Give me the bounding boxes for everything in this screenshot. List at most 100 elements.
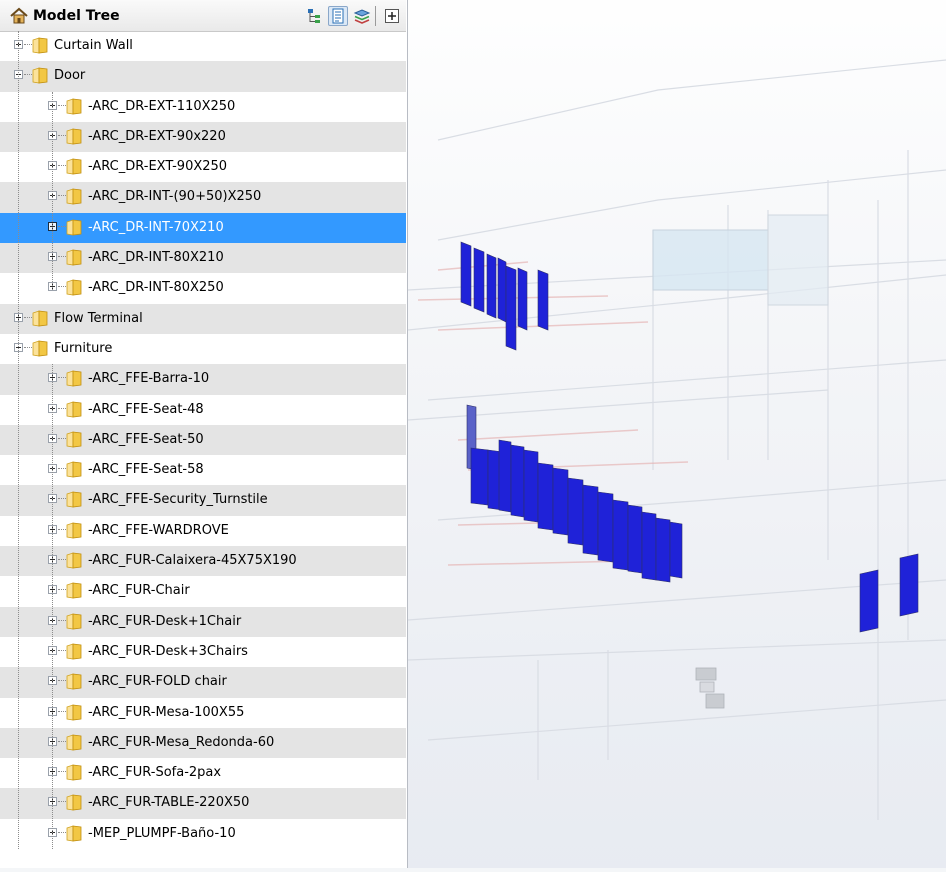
folder-icon (32, 340, 48, 357)
tree-item-label: -ARC_FUR-Mesa-100X55 (88, 704, 245, 720)
tree-item-row[interactable]: -ARC_FFE-Seat-58 (0, 455, 406, 485)
tree-item-label: -ARC_DR-EXT-90x220 (88, 128, 226, 144)
folder-icon (66, 219, 82, 236)
house-icon (10, 7, 28, 24)
3d-viewport[interactable] (407, 0, 946, 868)
tree-guide-line (18, 31, 19, 850)
tree-item-label: -ARC_FUR-FOLD chair (88, 674, 227, 690)
folder-icon (66, 98, 82, 115)
tree-item-row[interactable]: -ARC_DR-INT-80X250 (0, 273, 406, 303)
folder-icon (66, 764, 82, 781)
folder-icon (66, 370, 82, 387)
tree-item-label: -ARC_FFE-Seat-48 (88, 401, 204, 417)
tree-guide-line (52, 91, 53, 290)
3d-model-view[interactable] (407, 0, 946, 868)
tree-item-row[interactable]: -ARC_FUR-Desk+3Chairs (0, 637, 406, 667)
tree-item-label: -ARC_DR-INT-80X210 (88, 250, 224, 266)
tree-item-row[interactable]: -ARC_FUR-TABLE-220X50 (0, 788, 406, 819)
tree-item-label: -ARC_FUR-Mesa_Redonda-60 (88, 734, 275, 750)
tree-category-row[interactable]: Curtain Wall (0, 31, 406, 61)
tree-item-row[interactable]: -ARC_DR-EXT-90x220 (0, 121, 406, 153)
folder-icon (66, 128, 82, 145)
tree-list: Curtain Wall Door -ARC_DR-EXT-110X250 -ARC_… (0, 31, 406, 850)
model-tree-panel: Model Tree Curtain Wall Door -ARC_DR-EXT… (0, 0, 408, 868)
folder-icon (66, 794, 82, 811)
panel-header: Model Tree (0, 0, 406, 32)
panel-title: Model Tree (33, 8, 120, 24)
folder-icon (66, 279, 82, 296)
tree-item-row[interactable]: -ARC_FUR-Mesa-100X55 (0, 698, 406, 728)
tree-item-label: -ARC_DR-INT-80X250 (88, 280, 224, 296)
folder-icon (66, 431, 82, 448)
tree-item-row[interactable]: -ARC_FUR-Calaixera-45X75X190 (0, 546, 406, 577)
tree-item-label: -ARC_FUR-TABLE-220X50 (88, 795, 250, 811)
folder-icon (66, 249, 82, 266)
tree-item-label: -ARC_FUR-Desk+1Chair (88, 613, 242, 629)
tree-item-label: -ARC_FUR-Desk+3Chairs (88, 643, 248, 659)
tree-category-row[interactable]: Door (0, 61, 406, 92)
folder-icon (66, 673, 82, 690)
tree-item-label: -ARC_DR-EXT-90X250 (88, 159, 228, 175)
folder-icon (32, 310, 48, 327)
expand-all-button[interactable] (382, 6, 402, 26)
folder-icon (66, 613, 82, 630)
folder-icon (66, 188, 82, 205)
hierarchy-view-button[interactable] (305, 6, 325, 26)
tree-item-label: Door (54, 68, 86, 84)
tree-item-label: -ARC_FFE-Security_Turnstile (88, 492, 268, 508)
tree-item-label: -ARC_FFE-Seat-50 (88, 431, 204, 447)
folder-icon (66, 491, 82, 508)
tree-item-row[interactable]: -ARC_DR-INT-70X210 (0, 212, 406, 244)
tree-item-label: -ARC_DR-INT-70X210 (88, 219, 224, 235)
tree-item-label: -ARC_DR-EXT-110X250 (88, 98, 236, 114)
folder-icon (66, 643, 82, 660)
tree-item-label: -ARC_FUR-Chair (88, 583, 190, 599)
tree-item-row[interactable]: -ARC_FUR-Desk+1Chair (0, 606, 406, 637)
tree-item-row[interactable]: -ARC_FFE-Barra-10 (0, 364, 406, 395)
folder-icon (32, 67, 48, 84)
tree-item-label: -ARC_FUR-Calaixera-45X75X190 (88, 553, 297, 569)
tree-item-row[interactable]: -ARC_FUR-FOLD chair (0, 667, 406, 698)
tree-category-row[interactable]: Flow Terminal (0, 303, 406, 334)
tree-item-row[interactable]: -ARC_FUR-Sofa-2pax (0, 758, 406, 788)
tree-item-label: -ARC_FFE-Seat-58 (88, 462, 204, 478)
tree-item-row[interactable]: -ARC_FUR-Mesa_Redonda-60 (0, 727, 406, 759)
tree-item-row[interactable]: -ARC_FUR-Chair (0, 576, 406, 606)
folder-icon (66, 703, 82, 721)
folder-icon (66, 825, 82, 842)
tree-guide-line (52, 364, 53, 850)
tree-item-row[interactable]: -ARC_FFE-Seat-48 (0, 395, 406, 425)
tree-connector (58, 225, 66, 227)
layers-view-icon (353, 9, 371, 24)
tree-item-label: -ARC_DR-INT-(90+50)X250 (88, 189, 262, 205)
glass-panel (767, 214, 829, 306)
tree-item-label: Curtain Wall (54, 38, 133, 53)
tree-item-label: Furniture (54, 340, 113, 356)
list-view-button[interactable] (328, 6, 348, 26)
tree-item-row[interactable]: -ARC_DR-INT-80X210 (0, 243, 406, 274)
ghost-building (407, 0, 946, 868)
tree-item-row[interactable]: -ARC_DR-EXT-90X250 (0, 152, 406, 182)
tree-item-label: Flow Terminal (54, 310, 143, 326)
list-view-icon (332, 8, 344, 24)
tree-item-row[interactable]: -ARC_FFE-Security_Turnstile (0, 485, 406, 516)
tree-item-row[interactable]: -ARC_DR-EXT-110X250 (0, 92, 406, 122)
tree-item-row[interactable]: -MEP_PLUMPF-Baño-10 (0, 819, 406, 849)
folder-icon (66, 158, 82, 175)
toolbar-separator (375, 6, 376, 26)
folder-icon (66, 522, 82, 539)
folder-icon (66, 552, 82, 569)
expand-all-icon (385, 9, 399, 23)
tree-item-label: -MEP_PLUMPF-Baño-10 (88, 825, 236, 841)
tree-item-row[interactable]: -ARC_FFE-WARDROVE (0, 516, 406, 546)
folder-icon (66, 401, 82, 418)
tree-category-row[interactable]: Furniture (0, 334, 406, 364)
glass-panel (652, 229, 769, 291)
folder-icon (66, 582, 82, 599)
tree-item-row[interactable]: -ARC_DR-INT-(90+50)X250 (0, 182, 406, 213)
hierarchy-view-icon (308, 9, 320, 23)
folder-icon (66, 734, 82, 751)
tree-item-label: -ARC_FFE-Barra-10 (88, 371, 210, 387)
layers-view-button[interactable] (352, 6, 372, 26)
tree-item-row[interactable]: -ARC_FFE-Seat-50 (0, 424, 406, 456)
